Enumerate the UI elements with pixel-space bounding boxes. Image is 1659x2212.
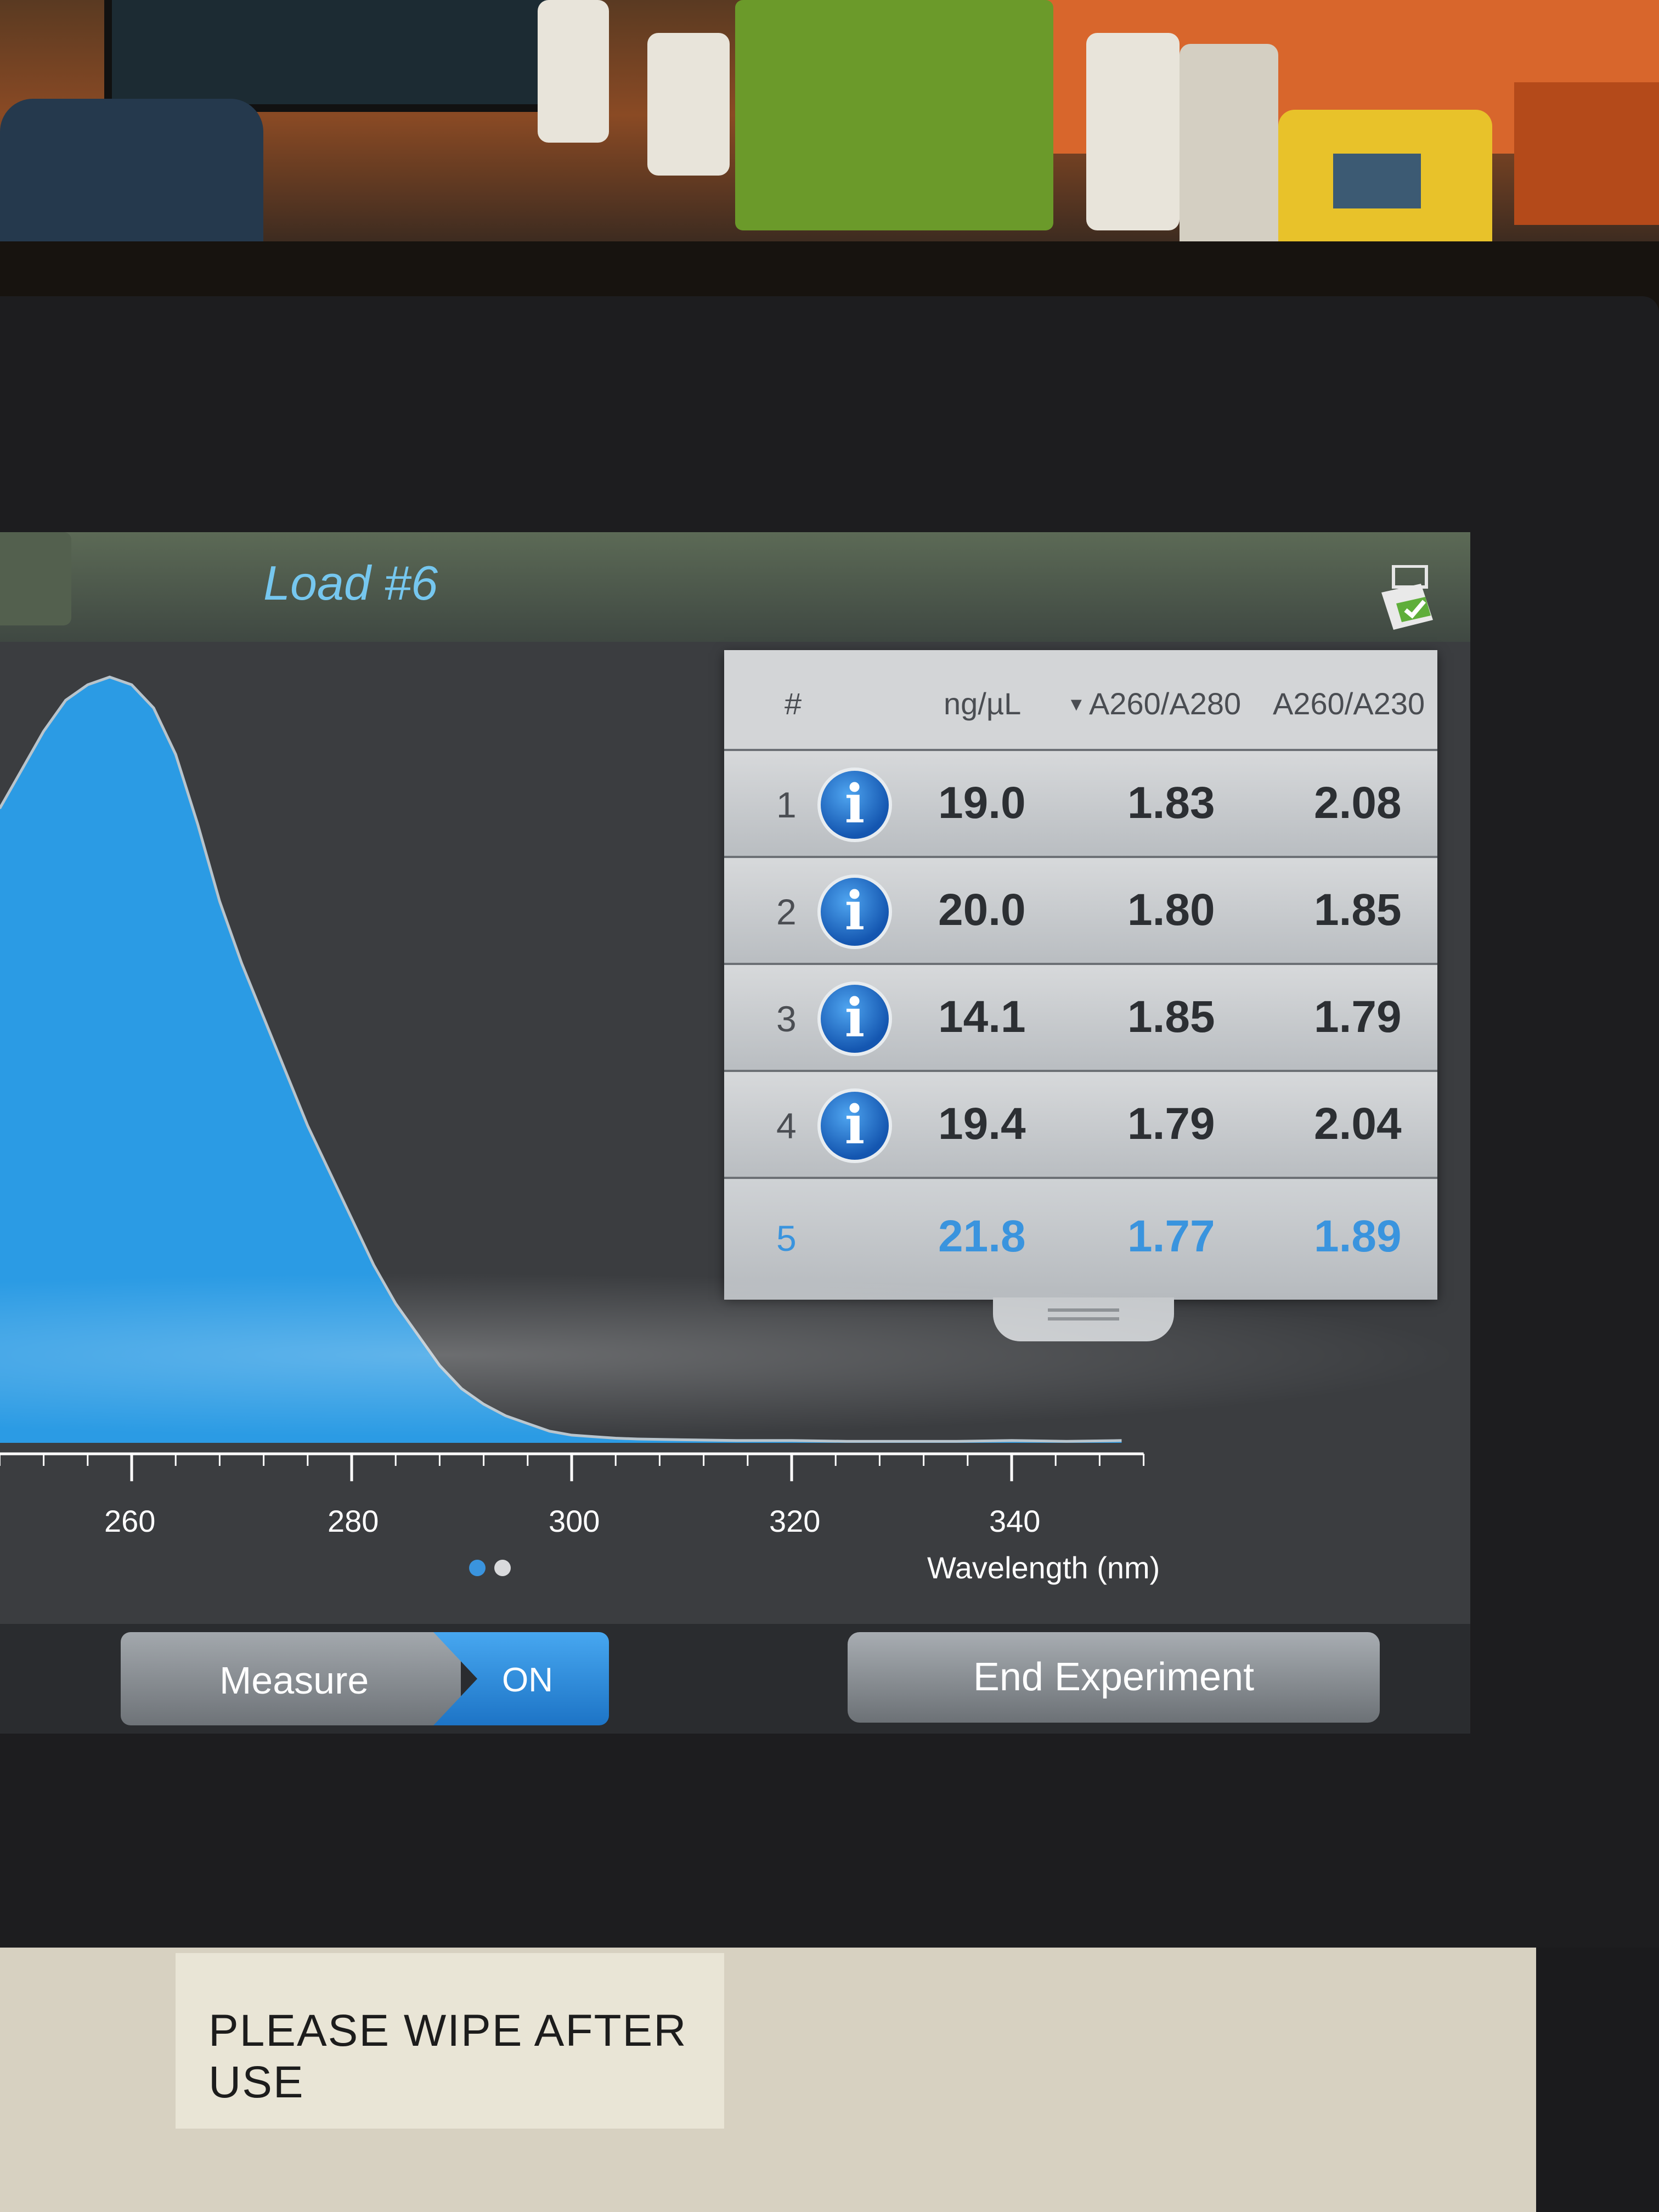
a260-a230-value: 2.04 [1314, 1099, 1402, 1149]
x-tick-label: 320 [769, 1504, 821, 1538]
info-icon[interactable]: i [817, 981, 892, 1056]
stand-side [1536, 1948, 1659, 2212]
experiment-status-icon[interactable] [1377, 565, 1437, 631]
results-header: # ng/µL ▼ A260/A280 A260/A230 [724, 650, 1437, 749]
concentration-value: 19.0 [938, 778, 1026, 828]
info-icon[interactable]: i [817, 874, 892, 949]
info-icon[interactable]: i [817, 1088, 892, 1163]
orange-device [1514, 82, 1659, 225]
page-dot[interactable] [494, 1560, 511, 1576]
sort-desc-icon: ▼ [1067, 694, 1086, 715]
table-row[interactable]: 3 i 14.1 1.85 1.79 [724, 963, 1437, 1070]
panel-drag-handle[interactable] [993, 1297, 1174, 1341]
bottle [538, 0, 609, 143]
table-row[interactable]: 2 i 20.0 1.80 1.85 [724, 856, 1437, 963]
page-indicator[interactable] [469, 1560, 520, 1579]
sticker-label: PLEASE WIPE AFTER USE [176, 1953, 724, 2129]
concentration-value: 14.1 [938, 992, 1026, 1042]
info-icon[interactable]: i [817, 768, 892, 842]
a260-a230-value: 1.89 [1314, 1211, 1402, 1261]
a260-a280-value: 1.83 [1127, 778, 1215, 828]
bottle [1086, 33, 1180, 230]
concentration-value: 19.4 [938, 1099, 1026, 1149]
sample-number: 2 [776, 891, 797, 932]
sample-number: 4 [776, 1105, 797, 1146]
table-row[interactable]: 1 i 19.0 1.83 2.08 [724, 749, 1437, 856]
a260-a280-value: 1.85 [1127, 992, 1215, 1042]
page-title: Load #6 [263, 556, 438, 610]
lab-background [0, 0, 1659, 329]
background-monitor [104, 0, 558, 112]
a260-a280-value: 1.77 [1127, 1211, 1215, 1261]
touch-screen: Load #6 260 280 300 320 340 Wavelength (… [0, 532, 1470, 1734]
results-panel: # ng/µL ▼ A260/A280 A260/A230 1 i 19.0 1… [724, 650, 1437, 1341]
bottle [647, 33, 730, 176]
x-tick-label: 280 [328, 1504, 379, 1538]
green-device [735, 0, 1053, 230]
x-tick-label: 340 [989, 1504, 1041, 1538]
end-experiment-button[interactable]: End Experiment [848, 1632, 1380, 1723]
a260-a280-value: 1.80 [1127, 885, 1215, 935]
x-tick-label: 300 [549, 1504, 600, 1538]
column-header-concentration[interactable]: ng/µL [944, 686, 1021, 721]
x-tick-label: 260 [104, 1504, 156, 1538]
sticker-text: PLEASE WIPE AFTER USE [208, 2006, 687, 2107]
column-header-a260-a230[interactable]: A260/A230 [1273, 686, 1425, 721]
table-row[interactable]: 4 i 19.4 1.79 2.04 [724, 1070, 1437, 1177]
x-axis-label: Wavelength (nm) [927, 1550, 1160, 1585]
a260-a230-value: 2.08 [1314, 778, 1402, 828]
concentration-value: 21.8 [938, 1211, 1026, 1261]
a260-a230-value: 1.79 [1314, 992, 1402, 1042]
sample-number: 3 [776, 998, 797, 1039]
a260-a280-value: 1.79 [1127, 1099, 1215, 1149]
bottle [1180, 44, 1278, 252]
measure-toggle-label[interactable]: Measure [121, 1632, 461, 1725]
column-header-a260-a280[interactable]: A260/A280 [1089, 686, 1241, 721]
measure-toggle[interactable]: Measure ON [121, 1632, 609, 1725]
column-header-number[interactable]: # [785, 686, 802, 721]
page-dot-active[interactable] [469, 1560, 486, 1576]
concentration-value: 20.0 [938, 885, 1026, 935]
a260-a230-value: 1.85 [1314, 885, 1402, 935]
sample-number: 5 [776, 1218, 797, 1259]
yellow-device [1278, 110, 1492, 258]
sample-number: 1 [776, 785, 797, 825]
header-bar: Load #6 [0, 532, 1470, 642]
table-row-active[interactable]: 5 21.8 1.77 1.89 [724, 1177, 1437, 1300]
back-tab[interactable] [0, 532, 71, 625]
